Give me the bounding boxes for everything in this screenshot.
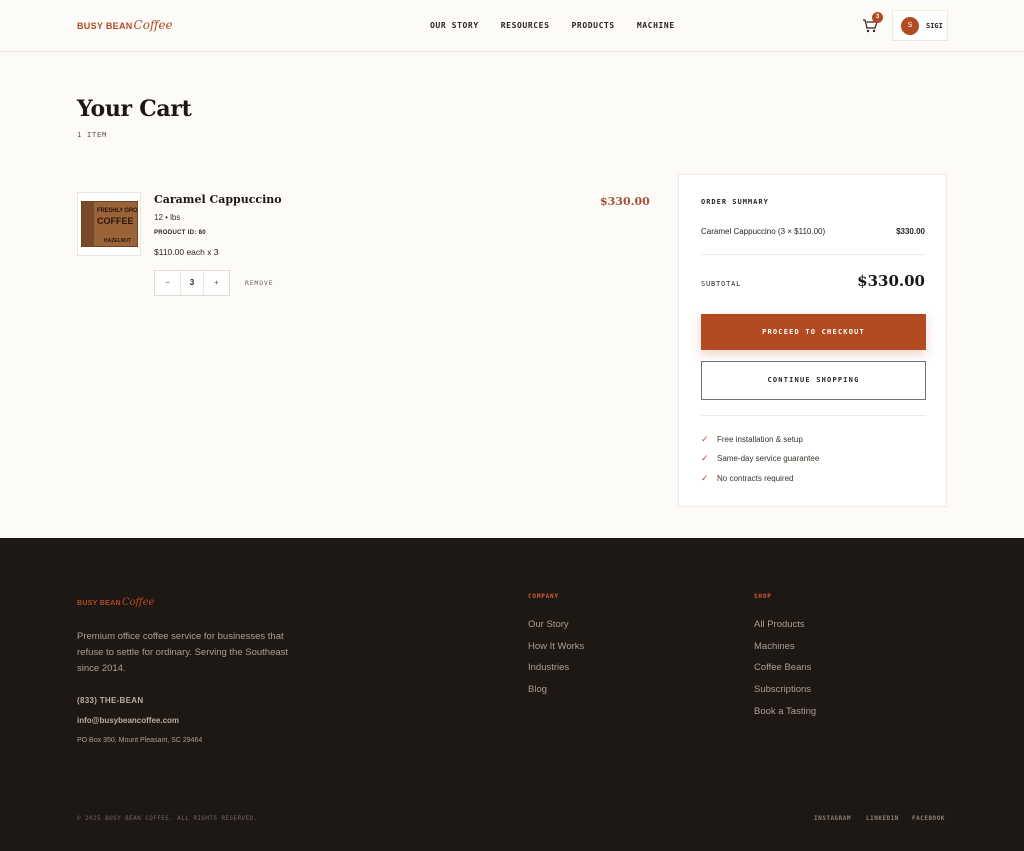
quantity-stepper: − 3 + bbox=[154, 270, 230, 296]
product-id: PRODUCT ID: 80 bbox=[154, 230, 206, 236]
footer-link-all-products[interactable]: All Products bbox=[754, 619, 805, 630]
footer-logo-text: BUSY BEAN bbox=[77, 600, 121, 607]
logo-text: BUSY BEAN bbox=[77, 21, 133, 31]
footer-email[interactable]: info@busybeancoffee.com bbox=[77, 716, 179, 725]
increase-quantity-button[interactable]: + bbox=[204, 271, 229, 295]
proceed-to-checkout-button[interactable]: PROCEED TO CHECKOUT bbox=[701, 314, 926, 350]
nav-our-story[interactable]: OUR STORY bbox=[430, 21, 479, 30]
feature-item: ✓ No contracts required bbox=[701, 473, 793, 484]
nav-products[interactable]: PRODUCTS bbox=[572, 21, 615, 30]
logo-script: Coffee bbox=[133, 18, 173, 32]
copyright: © 2025 BUSY BEAN COFFEE. ALL RIGHTS RESE… bbox=[77, 815, 258, 822]
box-text-3: HAZELNUT bbox=[104, 238, 131, 244]
check-icon: ✓ bbox=[701, 453, 709, 463]
order-summary-panel: ORDER SUMMARY Caramel Cappuccino (3 × $1… bbox=[678, 174, 947, 507]
user-menu-button[interactable]: S SIGI bbox=[892, 10, 948, 41]
footer-link-industries[interactable]: Industries bbox=[528, 662, 569, 673]
footer-address: PO Box 350, Mount Pleasant, SC 29464 bbox=[77, 737, 203, 744]
footer-logo-script: Coffee bbox=[121, 597, 155, 608]
subtotal-label: SUBTOTAL bbox=[701, 280, 742, 288]
footer-link-blog[interactable]: Blog bbox=[528, 684, 547, 695]
coffee-box-image: FRESHLY GRO COFFEE HAZELNUT bbox=[81, 201, 138, 247]
nav-machine[interactable]: MACHINE bbox=[637, 21, 675, 30]
avatar: S bbox=[901, 16, 919, 35]
product-size: 12 • lbs bbox=[154, 213, 181, 222]
footer-link-book-a-tasting[interactable]: Book a Tasting bbox=[754, 706, 816, 717]
footer-phone[interactable]: (833) THE-BEAN bbox=[77, 696, 143, 705]
footer-link-subscriptions[interactable]: Subscriptions bbox=[754, 684, 811, 695]
footer-link-how-it-works[interactable]: How It Works bbox=[528, 641, 584, 652]
box-text-1: FRESHLY GRO bbox=[97, 208, 138, 214]
summary-line-label: Caramel Cappuccino (3 × $110.00) bbox=[701, 227, 826, 236]
feature-text: Same-day service guarantee bbox=[717, 454, 820, 463]
item-count: 1 ITEM bbox=[77, 131, 108, 139]
continue-shopping-button[interactable]: CONTINUE SHOPPING bbox=[701, 361, 926, 400]
site-header: BUSY BEAN Coffee OUR STORY RESOURCES PRO… bbox=[0, 0, 1024, 52]
feature-item: ✓ Free installation & setup bbox=[701, 434, 803, 445]
box-text-2: COFFEE bbox=[97, 216, 134, 226]
social-instagram[interactable]: INSTAGRAM bbox=[814, 815, 851, 822]
divider bbox=[701, 415, 926, 416]
footer-company-title: COMPANY bbox=[528, 593, 559, 600]
cart-count-badge: 3 bbox=[872, 12, 883, 23]
feature-item: ✓ Same-day service guarantee bbox=[701, 453, 819, 464]
decrease-quantity-button[interactable]: − bbox=[155, 271, 180, 295]
summary-title: ORDER SUMMARY bbox=[701, 198, 769, 206]
brand-logo[interactable]: BUSY BEAN Coffee bbox=[77, 18, 173, 32]
footer-link-our-story[interactable]: Our Story bbox=[528, 619, 569, 630]
page-title: Your Cart bbox=[77, 96, 192, 122]
social-facebook[interactable]: FACEBOOK bbox=[912, 815, 945, 822]
social-linkedin[interactable]: LINKEDIN bbox=[866, 815, 899, 822]
check-icon: ✓ bbox=[701, 434, 709, 444]
nav-resources[interactable]: RESOURCES bbox=[501, 21, 550, 30]
main-nav: OUR STORY RESOURCES PRODUCTS MACHINE bbox=[430, 21, 675, 30]
product-name[interactable]: Caramel Cappuccino bbox=[154, 193, 282, 206]
summary-line-value: $330.00 bbox=[896, 227, 925, 236]
box-side bbox=[82, 202, 94, 246]
check-icon: ✓ bbox=[701, 473, 709, 483]
product-line-total: $330.00 bbox=[600, 195, 650, 208]
subtotal-value: $330.00 bbox=[857, 272, 925, 290]
footer-link-machines[interactable]: Machines bbox=[754, 641, 795, 652]
footer-description: Premium office coffee service for busine… bbox=[77, 631, 289, 674]
user-name: SIGI bbox=[926, 21, 943, 30]
product-thumbnail[interactable]: FRESHLY GRO COFFEE HAZELNUT bbox=[77, 192, 141, 256]
footer-logo[interactable]: BUSY BEAN Coffee bbox=[77, 597, 154, 608]
divider bbox=[701, 254, 926, 255]
feature-text: No contracts required bbox=[717, 474, 794, 483]
remove-item-link[interactable]: REMOVE bbox=[245, 279, 273, 287]
footer-link-coffee-beans[interactable]: Coffee Beans bbox=[754, 662, 811, 673]
quantity-value[interactable]: 3 bbox=[180, 271, 204, 295]
product-unit-price: $110.00 each x 3 bbox=[154, 247, 219, 257]
footer-shop-title: SHOP bbox=[754, 593, 772, 600]
site-footer bbox=[0, 538, 1024, 851]
feature-text: Free installation & setup bbox=[717, 435, 803, 444]
